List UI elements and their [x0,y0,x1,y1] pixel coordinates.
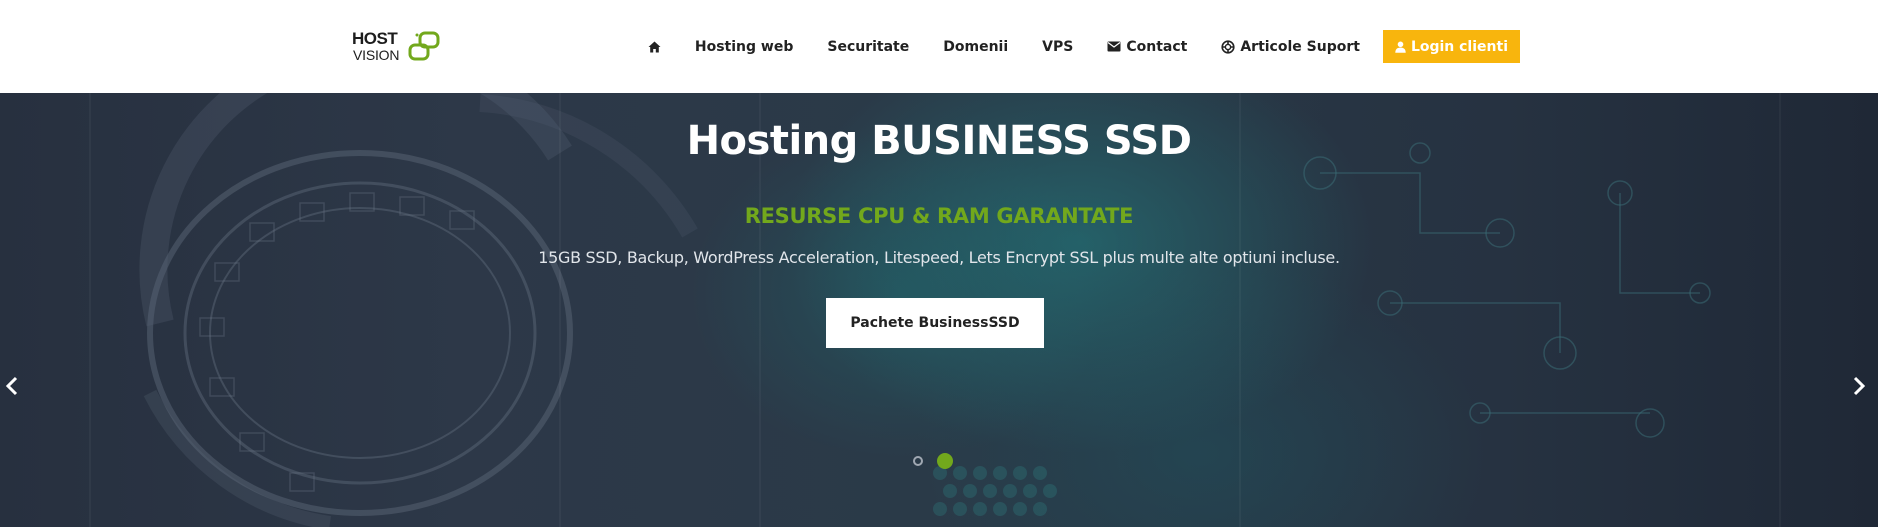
nav-hosting-web-label: Hosting web [694,38,794,55]
login-clienti-label: Login clienti [1410,38,1508,55]
pachete-business-ssd-label: Pachete BusinessSSD [850,315,1020,331]
slider-next-arrow[interactable] [1849,373,1869,399]
logo-text-vision: VISION [353,47,400,63]
site-header: HOST VISION Hosting web Securitate Domen… [0,0,1878,93]
nav-domenii[interactable]: Domenii [926,30,1025,63]
envelope-icon [1107,41,1121,52]
login-clienti-button[interactable]: Login clienti [1382,30,1520,63]
main-nav: Hosting web Securitate Domenii VPS Conta… [631,30,1520,63]
slider-dots [913,453,953,469]
lifebuoy-icon [1221,39,1235,54]
nav-contact-label: Contact [1126,38,1188,55]
nav-securitate[interactable]: Securitate [810,30,926,63]
nav-securitate-label: Securitate [827,38,910,55]
hero-slider: Hosting BUSINESS SSD RESURSE CPU & RAM G… [0,93,1878,527]
chevron-right-icon [1853,376,1866,396]
hostvision-logo[interactable]: HOST VISION [352,30,444,66]
nav-vps-label: VPS [1042,38,1074,55]
slider-prev-arrow[interactable] [2,373,22,399]
slider-dot-1[interactable] [913,456,923,466]
pachete-business-ssd-button[interactable]: Pachete BusinessSSD [826,298,1044,348]
nav-contact[interactable]: Contact [1090,30,1204,63]
nav-articole-suport[interactable]: Articole Suport [1204,30,1377,63]
home-icon [648,41,661,52]
nav-articole-suport-label: Articole Suport [1240,38,1360,55]
nav-domenii-label: Domenii [943,38,1009,55]
hero-description: 15GB SSD, Backup, WordPress Acceleration… [538,248,1340,267]
logo-text-host: HOST [352,29,398,48]
logo-mark-icon [408,31,440,61]
nav-vps[interactable]: VPS [1025,30,1090,63]
hero-subtitle: RESURSE CPU & RAM GARANTATE [744,204,1134,228]
user-icon [1395,41,1406,53]
nav-hosting-web[interactable]: Hosting web [678,30,810,63]
slider-dot-2-active[interactable] [937,453,953,469]
nav-home[interactable] [631,30,678,63]
chevron-left-icon [5,376,18,396]
hero-title: Hosting BUSINESS SSD [686,118,1192,164]
